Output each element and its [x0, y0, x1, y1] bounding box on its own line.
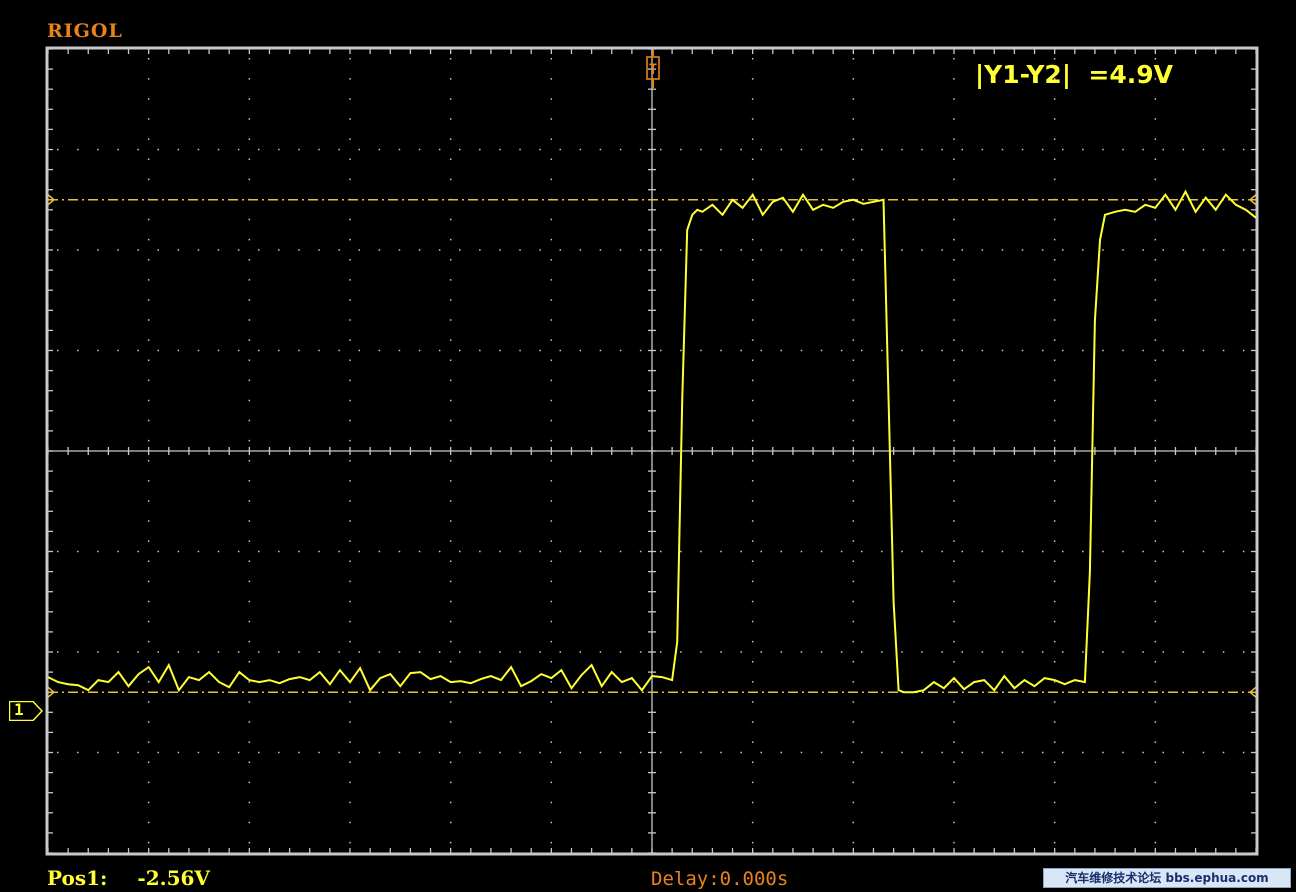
- graticule: [47, 48, 1257, 854]
- position-readout: Pos1: -2.56V: [47, 866, 210, 890]
- oscilloscope-display: T: [45, 46, 1259, 856]
- position-value: -2.56V: [137, 866, 210, 890]
- position-label: Pos1:: [47, 866, 108, 890]
- channel1-ground-marker[interactable]: 1: [9, 700, 43, 721]
- delay-readout: Delay:0.000s: [651, 868, 789, 890]
- channel-marker-label: 1: [14, 700, 24, 719]
- trigger-position-icon: T: [646, 50, 660, 88]
- measurement-readout: |Y1-Y2| =4.9V: [975, 60, 1173, 89]
- forum-watermark: 汽车维修技术论坛 bbs.ephua.com: [1043, 868, 1291, 888]
- trigger-label: T: [649, 62, 657, 78]
